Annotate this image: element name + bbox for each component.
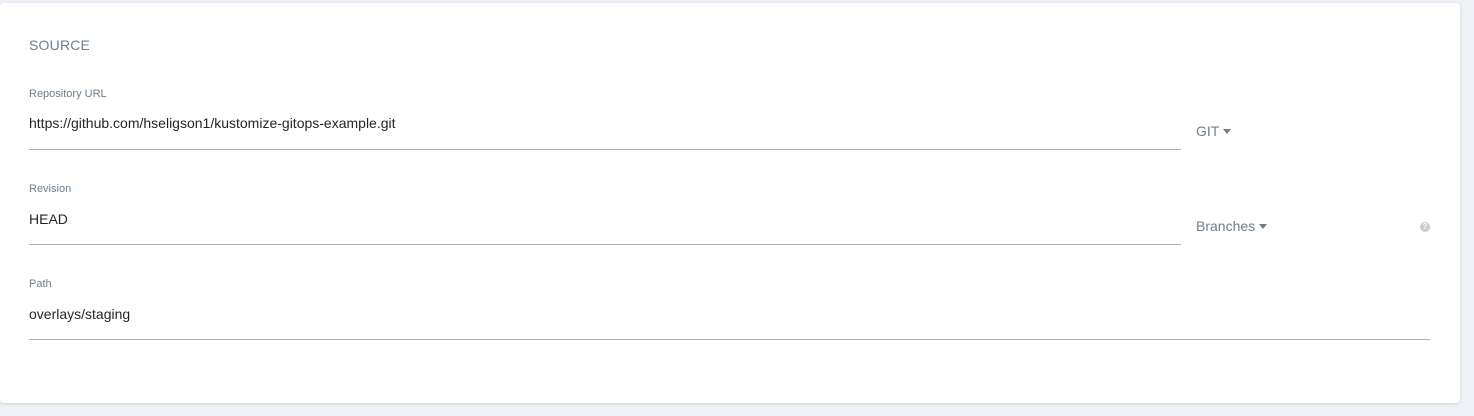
revision-input[interactable] [29, 209, 1169, 229]
revision-label: Revision [29, 183, 72, 195]
repo-url-input[interactable] [29, 113, 1169, 133]
section-title: SOURCE [29, 37, 91, 53]
repo-type-value: GIT [1196, 123, 1220, 139]
repo-url-underline [29, 149, 1181, 150]
caret-down-icon [1223, 129, 1232, 134]
source-panel: SOURCE Repository URL GIT Revision Branc… [0, 3, 1460, 403]
caret-down-icon [1259, 224, 1268, 229]
path-label: Path [29, 278, 52, 290]
question-circle-icon[interactable]: ? [1420, 222, 1430, 232]
path-input[interactable] [29, 304, 1419, 324]
repo-url-label: Repository URL [29, 88, 107, 100]
repo-type-dropdown[interactable]: GIT [1196, 123, 1232, 139]
revision-ref-dropdown[interactable]: Branches [1196, 218, 1268, 234]
revision-underline [29, 244, 1181, 245]
revision-ref-value: Branches [1196, 218, 1256, 234]
path-underline [29, 339, 1430, 340]
